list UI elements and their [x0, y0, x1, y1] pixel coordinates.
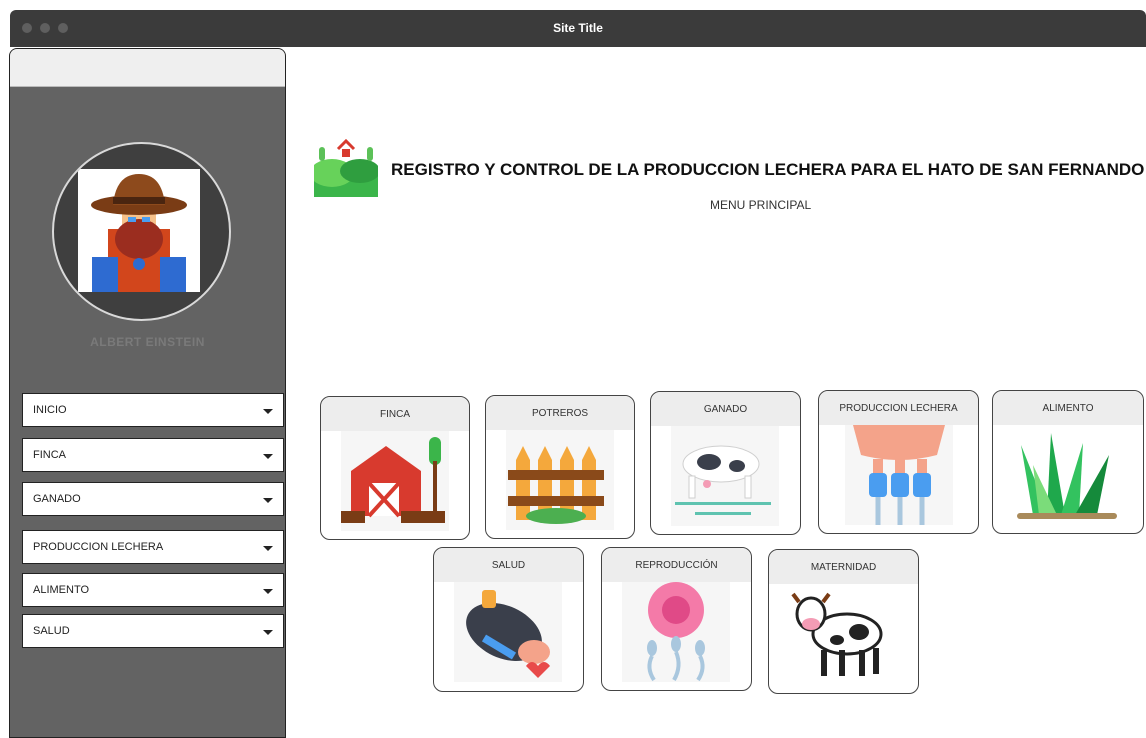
- card-ganado[interactable]: GANADO: [650, 391, 801, 535]
- title-bar: Site Title: [10, 10, 1146, 47]
- card-title: MATERNIDAD: [810, 562, 877, 573]
- page-title: REGISTRO Y CONTROL DE LA PRODUCCION LECH…: [391, 160, 1145, 179]
- menu-select-label: FINCA: [33, 449, 66, 461]
- card-title: PRODUCCION LECHERA: [839, 403, 958, 414]
- page-subtitle: MENU PRINCIPAL: [710, 198, 812, 212]
- menu-select-label: PRODUCCION LECHERA: [33, 541, 164, 553]
- caret-down-icon: [263, 589, 273, 594]
- menu-select-finca[interactable]: FINCA: [22, 438, 284, 472]
- menu-select-inicio[interactable]: INICIO: [22, 393, 284, 427]
- menu-select-alimento[interactable]: ALIMENTO: [22, 573, 284, 607]
- cow-icon: [671, 426, 779, 526]
- avatar: [52, 142, 231, 321]
- sidebar: ALBERT EINSTEIN INICIO FINCA GANADO PROD…: [9, 48, 286, 738]
- barn-icon: [341, 431, 449, 531]
- menu-select-produccion-lechera[interactable]: PRODUCCION LECHERA: [22, 530, 284, 564]
- menu-select-label: INICIO: [33, 404, 67, 416]
- calf-icon: [789, 584, 897, 684]
- card-potreros[interactable]: POTREROS: [485, 395, 635, 539]
- caret-down-icon: [263, 630, 273, 635]
- card-produccion-lechera[interactable]: PRODUCCION LECHERA: [818, 390, 979, 534]
- card-maternidad[interactable]: MATERNIDAD: [768, 549, 919, 694]
- card-salud[interactable]: SALUD: [433, 547, 584, 692]
- card-title: SALUD: [491, 560, 526, 571]
- caret-down-icon: [263, 546, 273, 551]
- app-window: Site Title ALBERT EINSTEIN INICIO FINCA …: [9, 10, 1146, 738]
- menu-select-label: GANADO: [33, 493, 81, 505]
- menu-select-label: SALUD: [33, 625, 70, 637]
- farmer-avatar-icon: [78, 169, 200, 292]
- card-title: ALIMENTO: [1042, 403, 1094, 414]
- sidebar-header: [10, 49, 285, 87]
- card-alimento[interactable]: ALIMENTO: [992, 390, 1144, 534]
- menu-select-label: ALIMENTO: [33, 584, 90, 596]
- card-finca[interactable]: FINCA: [320, 396, 470, 540]
- grass-icon: [1013, 425, 1121, 525]
- card-title: POTREROS: [531, 408, 589, 419]
- user-name: ALBERT EINSTEIN: [90, 335, 205, 349]
- card-title: REPRODUCCIÓN: [635, 560, 718, 571]
- caret-down-icon: [263, 409, 273, 414]
- menu-select-salud[interactable]: SALUD: [22, 614, 284, 648]
- card-title: GANADO: [703, 404, 748, 415]
- caret-down-icon: [263, 498, 273, 503]
- menu-select-ganado[interactable]: GANADO: [22, 482, 284, 516]
- window-title: Site Title: [553, 21, 603, 35]
- cow-health-icon: [454, 582, 562, 682]
- card-reproduccion[interactable]: REPRODUCCIÓN: [601, 547, 752, 691]
- card-title: FINCA: [380, 409, 410, 420]
- caret-down-icon: [263, 454, 273, 459]
- fence-icon: [506, 430, 614, 530]
- milking-icon: [845, 425, 953, 525]
- farm-logo-icon: [310, 137, 380, 197]
- fertilization-icon: [622, 582, 730, 682]
